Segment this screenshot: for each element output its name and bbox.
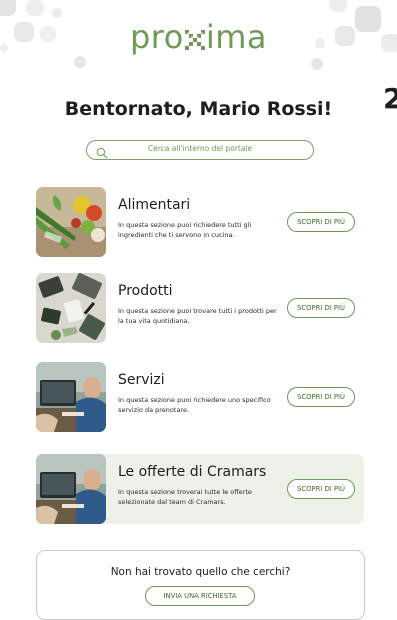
send-request-button[interactable]: INVIA UNA RICHIESTA: [145, 586, 255, 606]
category-card-servizi[interactable]: Servizi In questa sezione puoi richieder…: [36, 362, 364, 432]
search-placeholder: Cerca all'interno del portale: [147, 144, 253, 153]
card-description: In questa sezione troverai tutte le offe…: [118, 488, 252, 506]
card-title: Le offerte di Cramars: [118, 464, 267, 480]
card-description: In questa sezione puoi richiedere tutti …: [118, 221, 252, 239]
search-input[interactable]: Cerca all'interno del portale: [86, 140, 314, 160]
brand-logo[interactable]: pro ima: [0, 18, 397, 58]
logo-x-mark-icon: [184, 20, 205, 50]
logo-text-left: pro: [129, 18, 184, 56]
business-meeting-photo: [36, 454, 106, 524]
card-description: In questa sezione puoi trovare tutti i p…: [118, 307, 277, 325]
card-title: Prodotti: [118, 283, 173, 299]
request-box: Non hai trovato quello che cerchi? INVIA…: [36, 550, 365, 620]
discover-more-button[interactable]: SCOPRI DI PIÙ: [287, 298, 355, 318]
category-card-prodotti[interactable]: Prodotti In questa sezione puoi trovare …: [36, 273, 364, 343]
card-description: In questa sezione puoi richiedere uno sp…: [118, 396, 271, 414]
office-products-photo: [36, 273, 106, 343]
category-card-alimentari[interactable]: Alimentari In questa sezione puoi richie…: [36, 187, 364, 257]
logo-text-right: ima: [205, 18, 267, 56]
category-card-offerte-cramars[interactable]: Le offerte di Cramars In questa sezione …: [36, 454, 364, 524]
request-question: Non hai trovato quello che cerchi?: [110, 566, 291, 578]
search-icon: [96, 144, 108, 159]
card-title: Alimentari: [118, 197, 191, 213]
discover-more-button[interactable]: SCOPRI DI PIÙ: [287, 212, 355, 232]
discover-more-button[interactable]: SCOPRI DI PIÙ: [287, 387, 355, 407]
business-meeting-photo: [36, 362, 106, 432]
discover-more-button[interactable]: SCOPRI DI PIÙ: [287, 479, 355, 499]
card-title: Servizi: [118, 372, 165, 388]
vegetables-photo: [36, 187, 106, 257]
page-title: Bentornato, Mario Rossi!: [64, 98, 333, 120]
